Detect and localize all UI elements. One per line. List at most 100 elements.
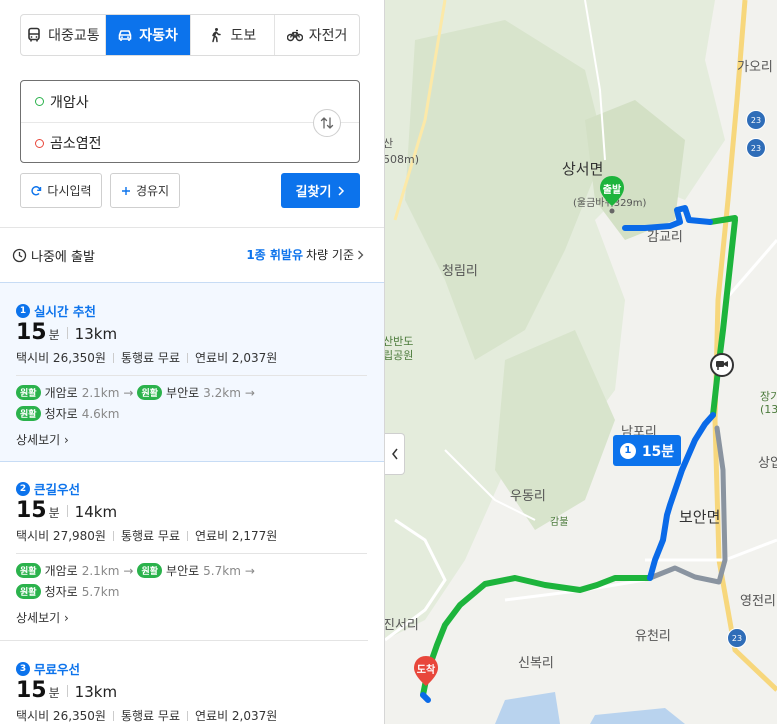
start-pin-label: 출발 — [602, 185, 622, 196]
road-segments: 원활 개암로 2.1km → 원활 부안로 3.2km → — [16, 384, 255, 401]
tab-walk-label: 도보 — [230, 28, 257, 44]
tab-car-label: 자동차 — [139, 28, 178, 44]
road-name: 청자로 — [44, 585, 78, 599]
tab-car[interactable]: 자동차 — [105, 15, 191, 55]
transport-mode-tabs: 대중교통 자동차 도보 자전거 — [20, 14, 360, 56]
traffic-badge: 원활 — [16, 563, 41, 578]
road-23-shield-icon: 23 — [727, 628, 747, 648]
option-time-unit: 분 — [48, 328, 60, 342]
walk-icon — [212, 28, 222, 43]
map-label: 청림리 — [442, 264, 478, 279]
road-name: 부안로 — [166, 564, 200, 578]
tab-bicycle-label: 자전거 — [308, 28, 348, 44]
start-pin[interactable]: 출발 — [597, 174, 627, 214]
option-time: 15 — [16, 320, 47, 345]
option-header: 3 무료우선 — [16, 659, 80, 678]
traffic-camera-icon[interactable] — [710, 353, 734, 377]
option-header: 2 큰길우선 — [16, 479, 80, 498]
map-label: 감교리 — [647, 230, 683, 245]
tab-transit[interactable]: 대중교통 — [21, 15, 106, 55]
route-option-1[interactable]: 1 실시간 추천 15 분 13km 택시비 26,350원 통행료 무료 연료… — [0, 282, 384, 462]
map-view[interactable]: 상서면 (울금바위329m) 감교리 가오리 청림리 남포리 우동리 감불 보안… — [385, 0, 777, 724]
traffic-badge: 원활 — [137, 563, 163, 578]
map-label: 우동리 — [510, 489, 546, 504]
destination-dot-icon — [35, 138, 44, 148]
road-distance: 4.6km — [81, 406, 120, 421]
route-time-badge[interactable]: 1 15분 — [613, 435, 681, 466]
arrow-right-icon: → — [244, 385, 255, 400]
plus-icon — [121, 186, 130, 195]
option-summary: 15 분 13km — [16, 320, 117, 345]
chevron-right-icon: › — [64, 433, 69, 447]
map-label: 진서리 — [385, 618, 419, 633]
end-pin[interactable]: 도착 — [411, 654, 441, 694]
vehicle-basis-selector[interactable]: 1종 휘발유 차량 기준 — [246, 246, 364, 263]
divider — [16, 375, 367, 376]
details-link[interactable]: 상세보기 › — [16, 431, 69, 448]
road-segments: 원활 청자로 4.6km — [16, 405, 119, 422]
option-summary: 15 분 14km — [16, 498, 117, 523]
chevron-right-icon: › — [64, 611, 69, 625]
add-waypoint-label: 경유지 — [135, 184, 170, 198]
taxi-fare: 택시비 26,350원 — [16, 351, 106, 365]
clock-icon — [12, 248, 27, 263]
option-time-unit: 분 — [48, 506, 60, 520]
map-label: 유천리 — [635, 629, 671, 644]
road-segments: 원활 개암로 2.1km → 원활 부안로 5.7km → — [16, 562, 255, 579]
search-route-button[interactable]: 길찾기 — [281, 173, 360, 208]
option-header: 1 실시간 추천 — [16, 301, 96, 320]
swap-button[interactable] — [313, 109, 341, 137]
option-costs: 택시비 26,350원 통행료 무료 연료비 2,037원 — [16, 349, 277, 366]
road-name: 개암로 — [44, 386, 78, 400]
refresh-icon — [31, 185, 42, 195]
road-distance: 5.7km — [81, 584, 120, 599]
option-costs: 택시비 26,350원 통행료 무료 연료비 2,037원 — [16, 707, 277, 724]
tab-transit-label: 대중교통 — [48, 28, 100, 44]
map-label: 산 — [385, 137, 394, 150]
arrow-right-icon: → — [123, 563, 134, 578]
tab-bicycle[interactable]: 자전거 — [275, 15, 359, 55]
fuel-cost: 연료비 2,177원 — [194, 529, 278, 543]
road-distance: 2.1km — [81, 563, 120, 578]
route-option-3[interactable]: 3 무료우선 15 분 13km 택시비 26,350원 통행료 무료 연료비 … — [0, 641, 384, 724]
bicycle-icon — [286, 29, 303, 42]
road-distance: 2.1km — [81, 385, 120, 400]
route-option-2[interactable]: 2 큰길우선 15 분 14km 택시비 27,980원 통행료 무료 연료비 … — [0, 461, 384, 641]
option-costs: 택시비 27,980원 통행료 무료 연료비 2,177원 — [16, 527, 277, 544]
origin-field[interactable]: 개암사 — [21, 81, 359, 122]
destination-value: 곰소염전 — [50, 136, 102, 152]
add-waypoint-button[interactable]: 경유지 — [110, 173, 180, 208]
option-summary: 15 분 13km — [16, 678, 117, 703]
section-divider — [0, 227, 384, 228]
road-name: 청자로 — [44, 407, 78, 421]
toll-fee: 통행료 무료 — [120, 709, 180, 723]
car-icon — [118, 30, 132, 41]
chevron-right-icon — [338, 185, 345, 196]
map-label: 보안면 — [679, 508, 721, 526]
route-number: 1 — [619, 442, 636, 459]
arrow-right-icon: → — [123, 385, 134, 400]
route-actions: 다시입력 경유지 길찾기 — [20, 173, 360, 208]
tab-walk[interactable]: 도보 — [191, 15, 276, 55]
road-segments: 원활 청자로 5.7km — [16, 583, 119, 600]
arrow-right-icon: → — [244, 563, 255, 578]
details-link[interactable]: 상세보기 › — [16, 609, 69, 626]
option-number: 2 — [16, 481, 30, 496]
option-distance: 14km — [74, 503, 118, 521]
fuel-cost: 연료비 2,037원 — [194, 351, 278, 365]
end-pin-label: 도착 — [416, 665, 436, 676]
reset-button[interactable]: 다시입력 — [20, 173, 102, 208]
directions-panel: 대중교통 자동차 도보 자전거 개암사 곰소염전 다시입력 경유지 길찾기 나중… — [0, 0, 385, 724]
option-time: 15 — [16, 678, 47, 703]
map-label: 립공원 — [385, 349, 414, 362]
taxi-fare: 택시비 27,980원 — [16, 529, 106, 543]
toll-fee: 통행료 무료 — [120, 529, 180, 543]
fuel-type: 1종 휘발유 — [246, 248, 304, 262]
traffic-badge: 원활 — [16, 406, 41, 421]
map-label: 신복리 — [518, 656, 554, 671]
road-23-shield-icon: 23 — [746, 110, 766, 130]
collapse-panel-button[interactable] — [385, 433, 405, 475]
depart-later-button[interactable]: 나중에 출발 — [12, 246, 95, 265]
destination-field[interactable]: 곰소염전 — [21, 122, 359, 163]
option-title: 무료우선 — [34, 662, 81, 677]
